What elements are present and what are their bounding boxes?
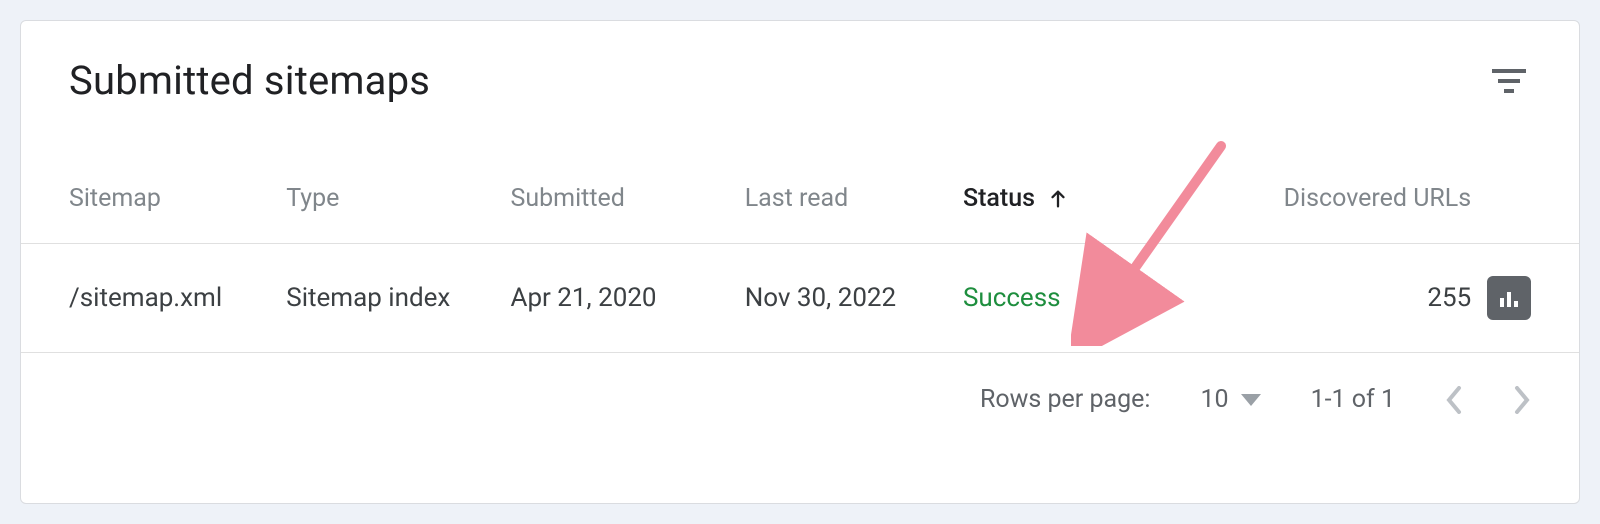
panel-title: Submitted sitemaps (69, 57, 430, 104)
column-header-status[interactable]: Status (963, 184, 1212, 213)
bar-chart-icon (1497, 286, 1521, 310)
table-row[interactable]: /sitemap.xml Sitemap index Apr 21, 2020 … (21, 244, 1579, 353)
pagination-range: 1-1 of 1 (1311, 385, 1395, 414)
submitted-sitemaps-card: Submitted sitemaps Sitemap Type Submitte… (20, 20, 1580, 504)
cell-discovered-urls: 255 (1212, 283, 1471, 313)
previous-page-button[interactable] (1445, 386, 1463, 414)
cell-sitemap: /sitemap.xml (69, 283, 286, 313)
rows-per-page-label: Rows per page: (980, 385, 1151, 414)
view-index-coverage-button[interactable] (1487, 276, 1531, 320)
next-page-button[interactable] (1513, 386, 1531, 414)
chevron-right-icon (1513, 386, 1531, 414)
rows-per-page-select[interactable]: 10 (1200, 385, 1260, 414)
rows-per-page-value: 10 (1200, 385, 1228, 414)
pagination-footer: Rows per page: 10 1-1 of 1 (21, 353, 1579, 446)
column-header-submitted[interactable]: Submitted (510, 184, 744, 213)
column-header-last-read[interactable]: Last read (745, 184, 963, 213)
column-header-sitemap[interactable]: Sitemap (69, 184, 286, 213)
column-header-discovered-urls[interactable]: Discovered URLs (1212, 184, 1471, 213)
caret-down-icon (1241, 394, 1261, 406)
cell-status: Success (963, 283, 1212, 313)
arrow-up-icon (1047, 188, 1069, 210)
cell-type: Sitemap index (286, 283, 510, 313)
table-header-row: Sitemap Type Submitted Last read Status … (21, 124, 1579, 244)
chevron-left-icon (1445, 386, 1463, 414)
filter-icon (1492, 69, 1526, 93)
cell-submitted: Apr 21, 2020 (510, 283, 744, 313)
card-header: Submitted sitemaps (21, 21, 1579, 124)
cell-last-read: Nov 30, 2022 (745, 283, 963, 313)
column-header-status-label: Status (963, 184, 1035, 213)
filter-button[interactable] (1487, 59, 1531, 103)
column-header-type[interactable]: Type (286, 184, 510, 213)
